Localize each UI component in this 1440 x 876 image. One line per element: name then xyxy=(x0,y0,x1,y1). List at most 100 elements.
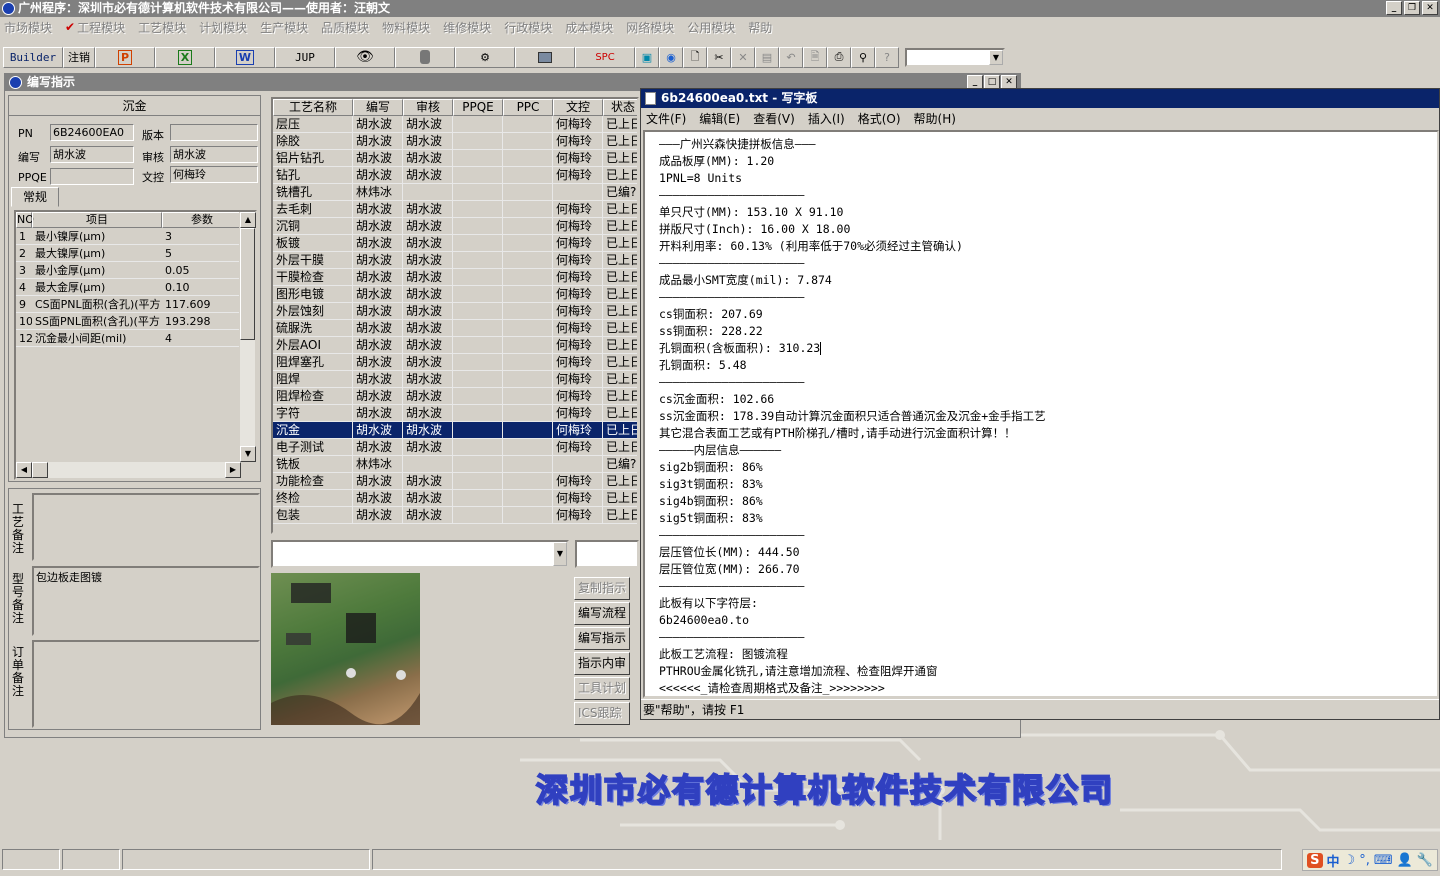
process-col-header[interactable]: PPC xyxy=(503,99,553,116)
process-row[interactable]: 外层干膜 胡水波 胡水波 何梅玲 已上日 xyxy=(273,252,637,269)
process-row[interactable]: 铣槽孔 林炜冰 已编? xyxy=(273,184,637,201)
wordpad-menu-item[interactable]: 帮助(H) xyxy=(914,110,956,127)
param-row[interactable]: 2 最大镍厚(μm) 5 xyxy=(16,245,255,262)
wordpad-menu-item[interactable]: 插入(I) xyxy=(808,110,845,127)
cut-button[interactable]: ✂ xyxy=(707,46,731,68)
builder-button[interactable]: Builder xyxy=(3,46,63,68)
child-close-button[interactable]: ✕ xyxy=(1001,75,1017,89)
order-remark-box[interactable] xyxy=(32,640,260,728)
process-row[interactable]: 钻孔 胡水波 胡水波 何梅玲 已上日 xyxy=(273,167,637,184)
excel-button[interactable]: X xyxy=(155,46,215,68)
menu-maintenance[interactable]: 维修模块 xyxy=(443,19,491,36)
menu-plan[interactable]: 计划模块 xyxy=(199,19,247,36)
wordpad-menu-item[interactable]: 编辑(E) xyxy=(699,110,740,127)
chevron-down-icon[interactable]: ▼ xyxy=(553,542,567,566)
database-button[interactable] xyxy=(395,46,455,68)
close-button[interactable]: ✕ xyxy=(1422,1,1438,15)
calculator-button[interactable]: ▣ xyxy=(635,46,659,68)
param-row[interactable]: 10 SS面PNL面积(含孔)(平方 193.298 xyxy=(16,313,255,330)
process-combo[interactable]: ▼ xyxy=(271,540,569,568)
wrench-icon[interactable]: 🔧 xyxy=(1417,853,1433,868)
moon-icon[interactable]: ☽ xyxy=(1344,853,1356,868)
action-button-0[interactable]: 复制指示 xyxy=(574,577,630,600)
user-icon[interactable]: 👤 xyxy=(1397,853,1413,868)
writer-field[interactable]: 胡水波 xyxy=(50,146,134,163)
param-row[interactable]: 4 最大金厚(μm) 0.10 xyxy=(16,279,255,296)
ppqe-field[interactable] xyxy=(50,168,134,185)
process-row[interactable]: 去毛刺 胡水波 胡水波 何梅玲 已上日 xyxy=(273,201,637,218)
scroll-right-icon[interactable]: ▶ xyxy=(225,462,241,478)
new-button[interactable]: 🗋 xyxy=(683,46,707,68)
param-row[interactable]: 1 最小镍厚(μm) 3 xyxy=(16,228,255,245)
word-button[interactable]: W xyxy=(215,46,275,68)
param-row[interactable]: 9 CS面PNL面积(含孔)(平方 117.609 xyxy=(16,296,255,313)
param-row[interactable]: 12 沉金最小间距(mil) 4 xyxy=(16,330,255,347)
wordpad-menu-item[interactable]: 格式(O) xyxy=(858,110,901,127)
param-row[interactable]: 3 最小金厚(μm) 0.05 xyxy=(16,262,255,279)
menu-production[interactable]: 生产模块 xyxy=(260,19,308,36)
col-no[interactable]: NO xyxy=(16,212,34,228)
chevron-down-icon[interactable]: ▼ xyxy=(989,49,1003,65)
print-button[interactable]: ⎙ xyxy=(827,46,851,68)
scroll-up-icon[interactable]: ▲ xyxy=(240,212,256,228)
menu-process[interactable]: 工艺模块 xyxy=(138,19,186,36)
child-minimize-button[interactable]: _ xyxy=(967,75,983,89)
process-row[interactable]: 终检 胡水波 胡水波 何梅玲 已上日 xyxy=(273,490,637,507)
jup-button[interactable]: JUP xyxy=(275,46,335,68)
menu-cost[interactable]: 成本模块 xyxy=(565,19,613,36)
process-row[interactable]: 阻焊检查 胡水波 胡水波 何梅玲 已上日 xyxy=(273,388,637,405)
col-item[interactable]: 项目 xyxy=(32,212,162,228)
process-col-header[interactable]: 文控 xyxy=(553,99,603,116)
action-button-2[interactable]: 编写指示 xyxy=(574,627,630,650)
process-row[interactable]: 板镀 胡水波 胡水波 何梅玲 已上日 xyxy=(273,235,637,252)
model-remark-box[interactable]: 包边板走图镀 xyxy=(32,566,260,636)
process-row[interactable]: 铝片钻孔 胡水波 胡水波 何梅玲 已上日 xyxy=(273,150,637,167)
process-remark-box[interactable] xyxy=(32,493,260,561)
process-row[interactable]: 阻焊 胡水波 胡水波 何梅玲 已上日 xyxy=(273,371,637,388)
process-row[interactable]: 外层AOI 胡水波 胡水波 何梅玲 已上日 xyxy=(273,337,637,354)
auditor-field[interactable]: 胡水波 xyxy=(170,146,258,163)
hscroll-thumb[interactable] xyxy=(32,462,48,478)
scroll-down-icon[interactable]: ▼ xyxy=(240,446,256,462)
undo-button[interactable]: ↶ xyxy=(779,46,803,68)
second-combo[interactable] xyxy=(575,540,639,568)
network-button[interactable]: ⚙ xyxy=(455,46,515,68)
minimize-button[interactable]: _ xyxy=(1386,1,1402,15)
computer-button[interactable] xyxy=(515,46,575,68)
process-col-header[interactable]: PPQE xyxy=(453,99,503,116)
wordpad-document[interactable]: ———广州兴森快捷拼板信息——— 成品板厚(MM): 1.20 1PNL=8 Uni… xyxy=(643,130,1439,698)
process-row[interactable]: 除胶 胡水波 胡水波 何梅玲 已上日 xyxy=(273,133,637,150)
process-row[interactable]: 阻焊塞孔 胡水波 胡水波 何梅玲 已上日 xyxy=(273,354,637,371)
wordpad-menu-item[interactable]: 文件(F) xyxy=(646,110,686,127)
process-row[interactable]: 外层蚀刻 胡水波 胡水波 何梅玲 已上日 xyxy=(273,303,637,320)
scroll-left-icon[interactable]: ◀ xyxy=(16,462,32,478)
process-row[interactable]: 电子测试 胡水波 胡水波 何梅玲 已上日 xyxy=(273,439,637,456)
param-vertical-scrollbar[interactable]: ▲ ▼ xyxy=(239,212,256,462)
restore-button[interactable]: ❐ xyxy=(1404,1,1420,15)
process-col-header[interactable]: 审核 xyxy=(403,99,453,116)
logout-button[interactable]: 注销 xyxy=(63,46,95,68)
powerpoint-button[interactable]: P xyxy=(95,46,155,68)
process-row[interactable]: 干膜检查 胡水波 胡水波 何梅玲 已上日 xyxy=(273,269,637,286)
preview-button[interactable]: 🗎 xyxy=(803,46,827,68)
toolbar-combo[interactable]: ▼ xyxy=(905,47,1005,67)
menu-help[interactable]: 帮助 xyxy=(748,19,772,36)
delete-button[interactable]: ✕ xyxy=(731,46,755,68)
process-row[interactable]: 字符 胡水波 胡水波 何梅玲 已上日 xyxy=(273,405,637,422)
spc-button[interactable]: SPC xyxy=(575,46,635,68)
action-button-4[interactable]: 工具计划 xyxy=(574,677,630,700)
view-button[interactable]: 👁 xyxy=(335,46,395,68)
menu-market[interactable]: 市场模块 xyxy=(4,19,52,36)
process-row[interactable]: 沉铜 胡水波 胡水波 何梅玲 已上日 xyxy=(273,218,637,235)
wordpad-menu-item[interactable]: 查看(V) xyxy=(753,110,795,127)
menu-network[interactable]: 网络模块 xyxy=(626,19,674,36)
version-field[interactable] xyxy=(170,124,258,141)
child-maximize-button[interactable]: □ xyxy=(984,75,1000,89)
find-button[interactable]: ⚲ xyxy=(851,46,875,68)
tab-general[interactable]: 常规 xyxy=(11,187,59,207)
ie-button[interactable]: ◉ xyxy=(659,46,683,68)
process-row[interactable]: 功能检查 胡水波 胡水波 何梅玲 已上日 xyxy=(273,473,637,490)
process-row[interactable]: 层压 胡水波 胡水波 何梅玲 已上日 xyxy=(273,116,637,133)
process-row[interactable]: 包装 胡水波 胡水波 何梅玲 已上日 xyxy=(273,507,637,524)
keyboard-icon[interactable]: ⌨ xyxy=(1374,853,1393,868)
